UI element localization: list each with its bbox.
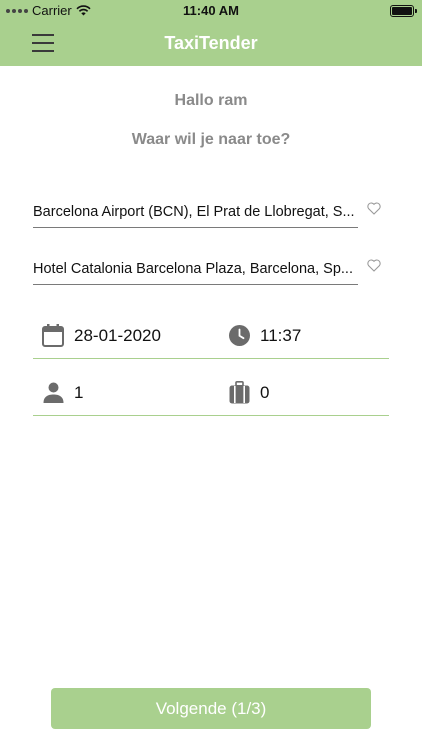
next-button[interactable]: Volgende (1/3) <box>51 688 371 729</box>
battery-icon <box>390 5 417 17</box>
luggage-value[interactable]: 0 <box>260 383 269 403</box>
passengers-divider <box>33 415 389 416</box>
greeting-text: Hallo ram <box>174 92 248 109</box>
clock-icon <box>229 325 250 346</box>
destination-question: Waar wil je naar toe? <box>131 131 291 148</box>
destination-address-field[interactable]: Hotel Catalonia Barcelona Plaza, Barcelo… <box>33 255 358 285</box>
calendar-icon <box>42 324 64 347</box>
person-icon <box>43 382 64 403</box>
favorite-destination-heart-icon[interactable] <box>367 259 381 272</box>
datetime-divider <box>33 358 389 359</box>
app-title: TaxiTender <box>164 33 258 53</box>
date-value[interactable]: 28-01-2020 <box>74 326 161 346</box>
status-bar: Carrier 11:40 AM <box>0 0 422 22</box>
time-value[interactable]: 11:37 <box>260 326 301 346</box>
status-time: 11:40 AM <box>183 3 239 18</box>
destination-address-text: Hotel Catalonia Barcelona Plaza, Barcelo… <box>33 261 353 277</box>
pickup-address-field[interactable]: Barcelona Airport (BCN), El Prat de Llob… <box>33 198 358 228</box>
pickup-address-text: Barcelona Airport (BCN), El Prat de Llob… <box>33 204 355 220</box>
nav-bar: TaxiTender <box>0 22 422 66</box>
favorite-pickup-heart-icon[interactable] <box>367 202 381 215</box>
luggage-icon <box>229 381 250 404</box>
passengers-value[interactable]: 1 <box>74 383 83 403</box>
